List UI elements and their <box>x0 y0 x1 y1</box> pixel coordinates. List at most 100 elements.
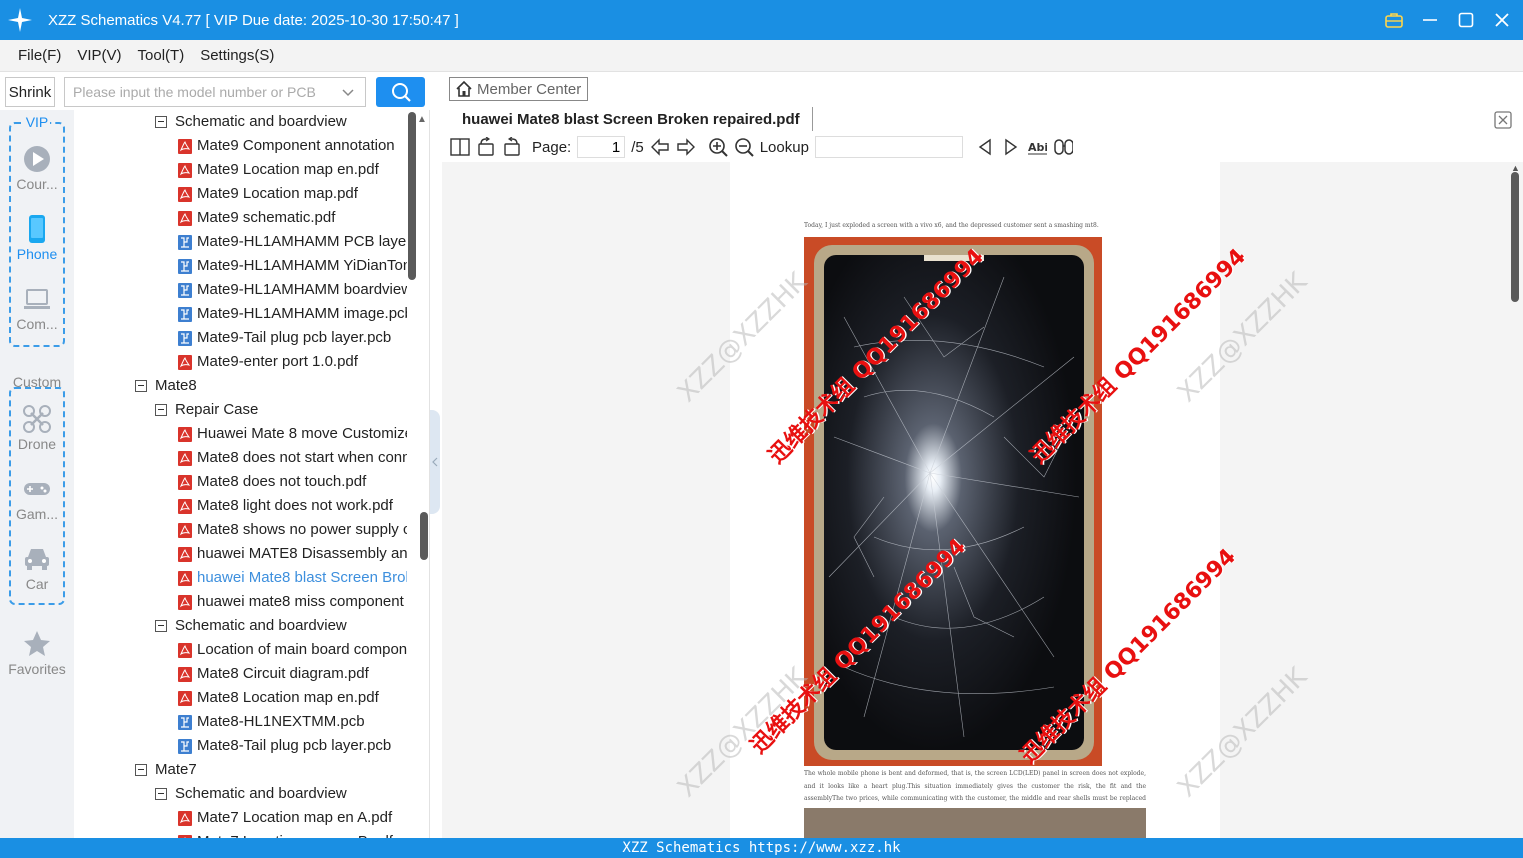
tree-item-label: Huawei Mate 8 move Customize <box>197 425 407 442</box>
maximize-button[interactable] <box>1455 9 1477 31</box>
tree-file[interactable]: Mate9-HL1AMHAMM image.pcb <box>178 302 407 326</box>
tree-file[interactable]: Mate9 Component annotation <box>178 134 395 158</box>
tree-file[interactable]: Mate9-HL1AMHAMM boardview <box>178 278 407 302</box>
chevron-down-icon[interactable] <box>341 85 355 102</box>
star-icon <box>24 631 50 656</box>
rail-item-car[interactable]: Car <box>0 544 74 592</box>
pcb-file-icon <box>178 330 192 346</box>
tree-file[interactable]: Mate7 Location map en A.pdf <box>178 806 392 830</box>
find-next-icon[interactable] <box>1001 137 1021 157</box>
collapse-toggle-icon[interactable] <box>155 788 167 800</box>
tree-file[interactable]: Mate8 does not touch.pdf <box>178 470 366 494</box>
collapse-toggle-icon[interactable] <box>155 404 167 416</box>
tree-item-label: Mate8 light does not work.pdf <box>197 497 393 514</box>
page-number-input[interactable] <box>577 136 626 158</box>
tree-file[interactable]: Mate8 Location map en.pdf <box>178 686 379 710</box>
tree-file[interactable]: Mate9-HL1AMHAMM YiDianTong <box>178 254 407 278</box>
tree-folder[interactable]: Schematic and boardview <box>155 782 347 806</box>
collapse-toggle-icon[interactable] <box>155 620 167 632</box>
briefcase-icon[interactable] <box>1383 9 1405 31</box>
tree-file[interactable]: Location of main board components <box>178 638 407 662</box>
collapse-toggle-icon[interactable] <box>135 764 147 776</box>
tree-file[interactable]: Mate9 schematic.pdf <box>178 206 335 230</box>
rail-item-computer[interactable]: Com... <box>0 284 74 332</box>
viewer-scroll-up-icon[interactable]: ▲ <box>1511 163 1520 173</box>
tree-file[interactable]: huawei MATE8 Disassembly and <box>178 542 407 566</box>
tree-file[interactable]: huawei mate8 miss component <box>178 590 404 614</box>
tree-file[interactable]: huawei Mate8 blast Screen Broken <box>178 566 407 590</box>
tree-folder[interactable]: Mate8 <box>135 374 197 398</box>
close-button[interactable] <box>1491 9 1513 31</box>
tree-folder[interactable]: Schematic and boardview <box>155 614 347 638</box>
second-photo <box>804 808 1146 838</box>
prev-page-arrow-icon[interactable] <box>650 137 670 157</box>
lookup-input[interactable] <box>814 136 963 158</box>
rail-item-favorites[interactable]: Favorites <box>0 629 74 677</box>
close-tab-icon[interactable] <box>1494 111 1512 132</box>
tree-item-label: Mate9-HL1AMHAMM boardview <box>197 281 407 298</box>
tree-file[interactable]: Mate8 light does not work.pdf <box>178 494 393 518</box>
tree-item-label: Mate8 <box>155 377 197 394</box>
rail-item-phone[interactable]: Phone <box>0 214 74 262</box>
sidebar-toggle-icon[interactable] <box>450 137 470 157</box>
home-icon <box>456 80 472 97</box>
scroll-up-icon[interactable]: ▲ <box>417 114 427 125</box>
member-center-button[interactable]: Member Center <box>449 77 588 101</box>
tree-file[interactable]: Mate8 Circuit diagram.pdf <box>178 662 369 686</box>
zoom-in-icon[interactable] <box>708 137 728 157</box>
tree-file[interactable]: Mate8 shows no power supply current <box>178 518 407 542</box>
zoom-out-icon[interactable] <box>734 137 754 157</box>
next-page-arrow-icon[interactable] <box>676 137 696 157</box>
tree-file[interactable]: Mate9-Tail plug pcb layer.pcb <box>178 326 391 350</box>
tree-file[interactable]: Mate8-Tail plug pcb layer.pcb <box>178 734 391 758</box>
panel-splitter[interactable] <box>430 410 440 514</box>
tree-folder[interactable]: Repair Case <box>155 398 258 422</box>
tree-file[interactable]: Mate7 Location map en B.pdf <box>178 830 393 838</box>
rail-item-label: Gam... <box>15 506 58 522</box>
pdf-viewer[interactable]: Today, I just exploded a screen with a v… <box>442 162 1523 838</box>
tree-item-label: huawei mate8 miss component <box>197 593 404 610</box>
tree-file[interactable]: Mate9-HL1AMHAMM PCB layer <box>178 230 407 254</box>
title-bar: XZZ Schematics V4.77 [ VIP Due date: 202… <box>0 0 1523 40</box>
shrink-button[interactable]: Shrink <box>5 77 55 107</box>
search-icon <box>391 83 411 102</box>
collapse-toggle-icon[interactable] <box>135 380 147 392</box>
rail-item-games[interactable]: Gam... <box>0 474 74 522</box>
tree-file[interactable]: Mate9 Location map.pdf <box>178 182 358 206</box>
pdf-file-icon <box>178 474 192 490</box>
tree-file[interactable]: Huawei Mate 8 move Customize <box>178 422 407 446</box>
pdf-file-icon <box>178 498 192 514</box>
match-case-icon[interactable]: Abi <box>1027 137 1047 157</box>
find-prev-icon[interactable] <box>975 137 995 157</box>
file-tree: Schematic and boardview Mate9 Component a… <box>74 110 430 838</box>
tree-horizontal-scroll-thumb[interactable] <box>420 512 428 560</box>
rail-item-courses[interactable]: Cour... <box>0 144 74 192</box>
search-button[interactable] <box>376 77 425 107</box>
tree-item-label: Mate8 does not touch.pdf <box>197 473 367 490</box>
collapse-toggle-icon[interactable] <box>155 116 167 128</box>
tree-folder[interactable]: Schematic and boardview <box>155 110 347 134</box>
minimize-button[interactable] <box>1419 9 1441 31</box>
menu-tool[interactable]: Tool(T) <box>138 47 185 64</box>
rotate-left-icon[interactable] <box>476 137 496 157</box>
tree-item-label: huawei MATE8 Disassembly and <box>197 545 407 562</box>
broken-phone-photo <box>804 237 1102 766</box>
tree-file[interactable]: Mate9-enter port 1.0.pdf <box>178 350 358 374</box>
search-input[interactable] <box>73 84 333 100</box>
tree-folder[interactable]: Mate7 <box>135 758 197 782</box>
menu-file[interactable]: File(F) <box>18 47 61 64</box>
tree-item-label: huawei Mate8 blast Screen Broken <box>197 569 407 586</box>
rail-item-drone[interactable]: Drone <box>0 404 74 452</box>
drone-icon <box>23 405 51 433</box>
tree-file[interactable]: Mate8-HL1NEXTMM.pcb <box>178 710 365 734</box>
viewer-scrollbar[interactable] <box>1511 172 1519 302</box>
menu-settings[interactable]: Settings(S) <box>200 47 274 64</box>
rotate-right-icon[interactable] <box>502 137 522 157</box>
pdf-file-icon <box>178 450 192 466</box>
menu-vip[interactable]: VIP(V) <box>77 47 121 64</box>
tree-scrollbar[interactable] <box>408 112 416 280</box>
tree-file[interactable]: Mate8 does not start when connected <box>178 446 407 470</box>
tree-file[interactable]: Mate9 Location map en.pdf <box>178 158 379 182</box>
find-all-icon[interactable] <box>1053 137 1073 157</box>
document-tab[interactable]: huawei Mate8 blast Screen Broken repaire… <box>447 107 813 131</box>
